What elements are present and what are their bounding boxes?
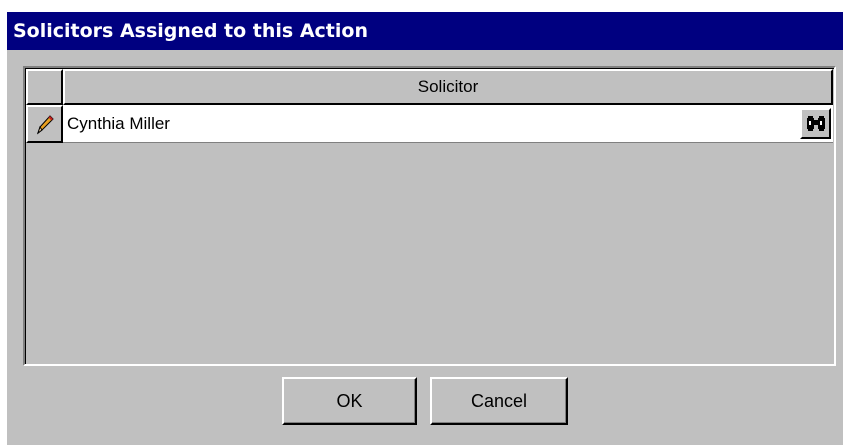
solicitor-cell[interactable]: Cynthia Miller (63, 105, 833, 143)
ok-button[interactable]: OK (282, 377, 417, 425)
solicitor-grid: Solicitor Cynthia Miller (23, 66, 836, 366)
binoculars-icon (807, 116, 825, 131)
grid-corner-header (26, 69, 63, 105)
row-selector[interactable] (26, 105, 63, 143)
table-row[interactable]: Cynthia Miller (26, 105, 833, 143)
dialog-title: Solicitors Assigned to this Action (7, 12, 843, 50)
pencil-icon (37, 115, 54, 135)
column-header-solicitor[interactable]: Solicitor (63, 69, 833, 105)
cancel-button[interactable]: Cancel (430, 377, 568, 425)
solicitor-name: Cynthia Miller (67, 114, 170, 133)
solicitors-dialog: Solicitors Assigned to this Action Solic… (7, 12, 843, 445)
lookup-button[interactable] (800, 108, 831, 139)
